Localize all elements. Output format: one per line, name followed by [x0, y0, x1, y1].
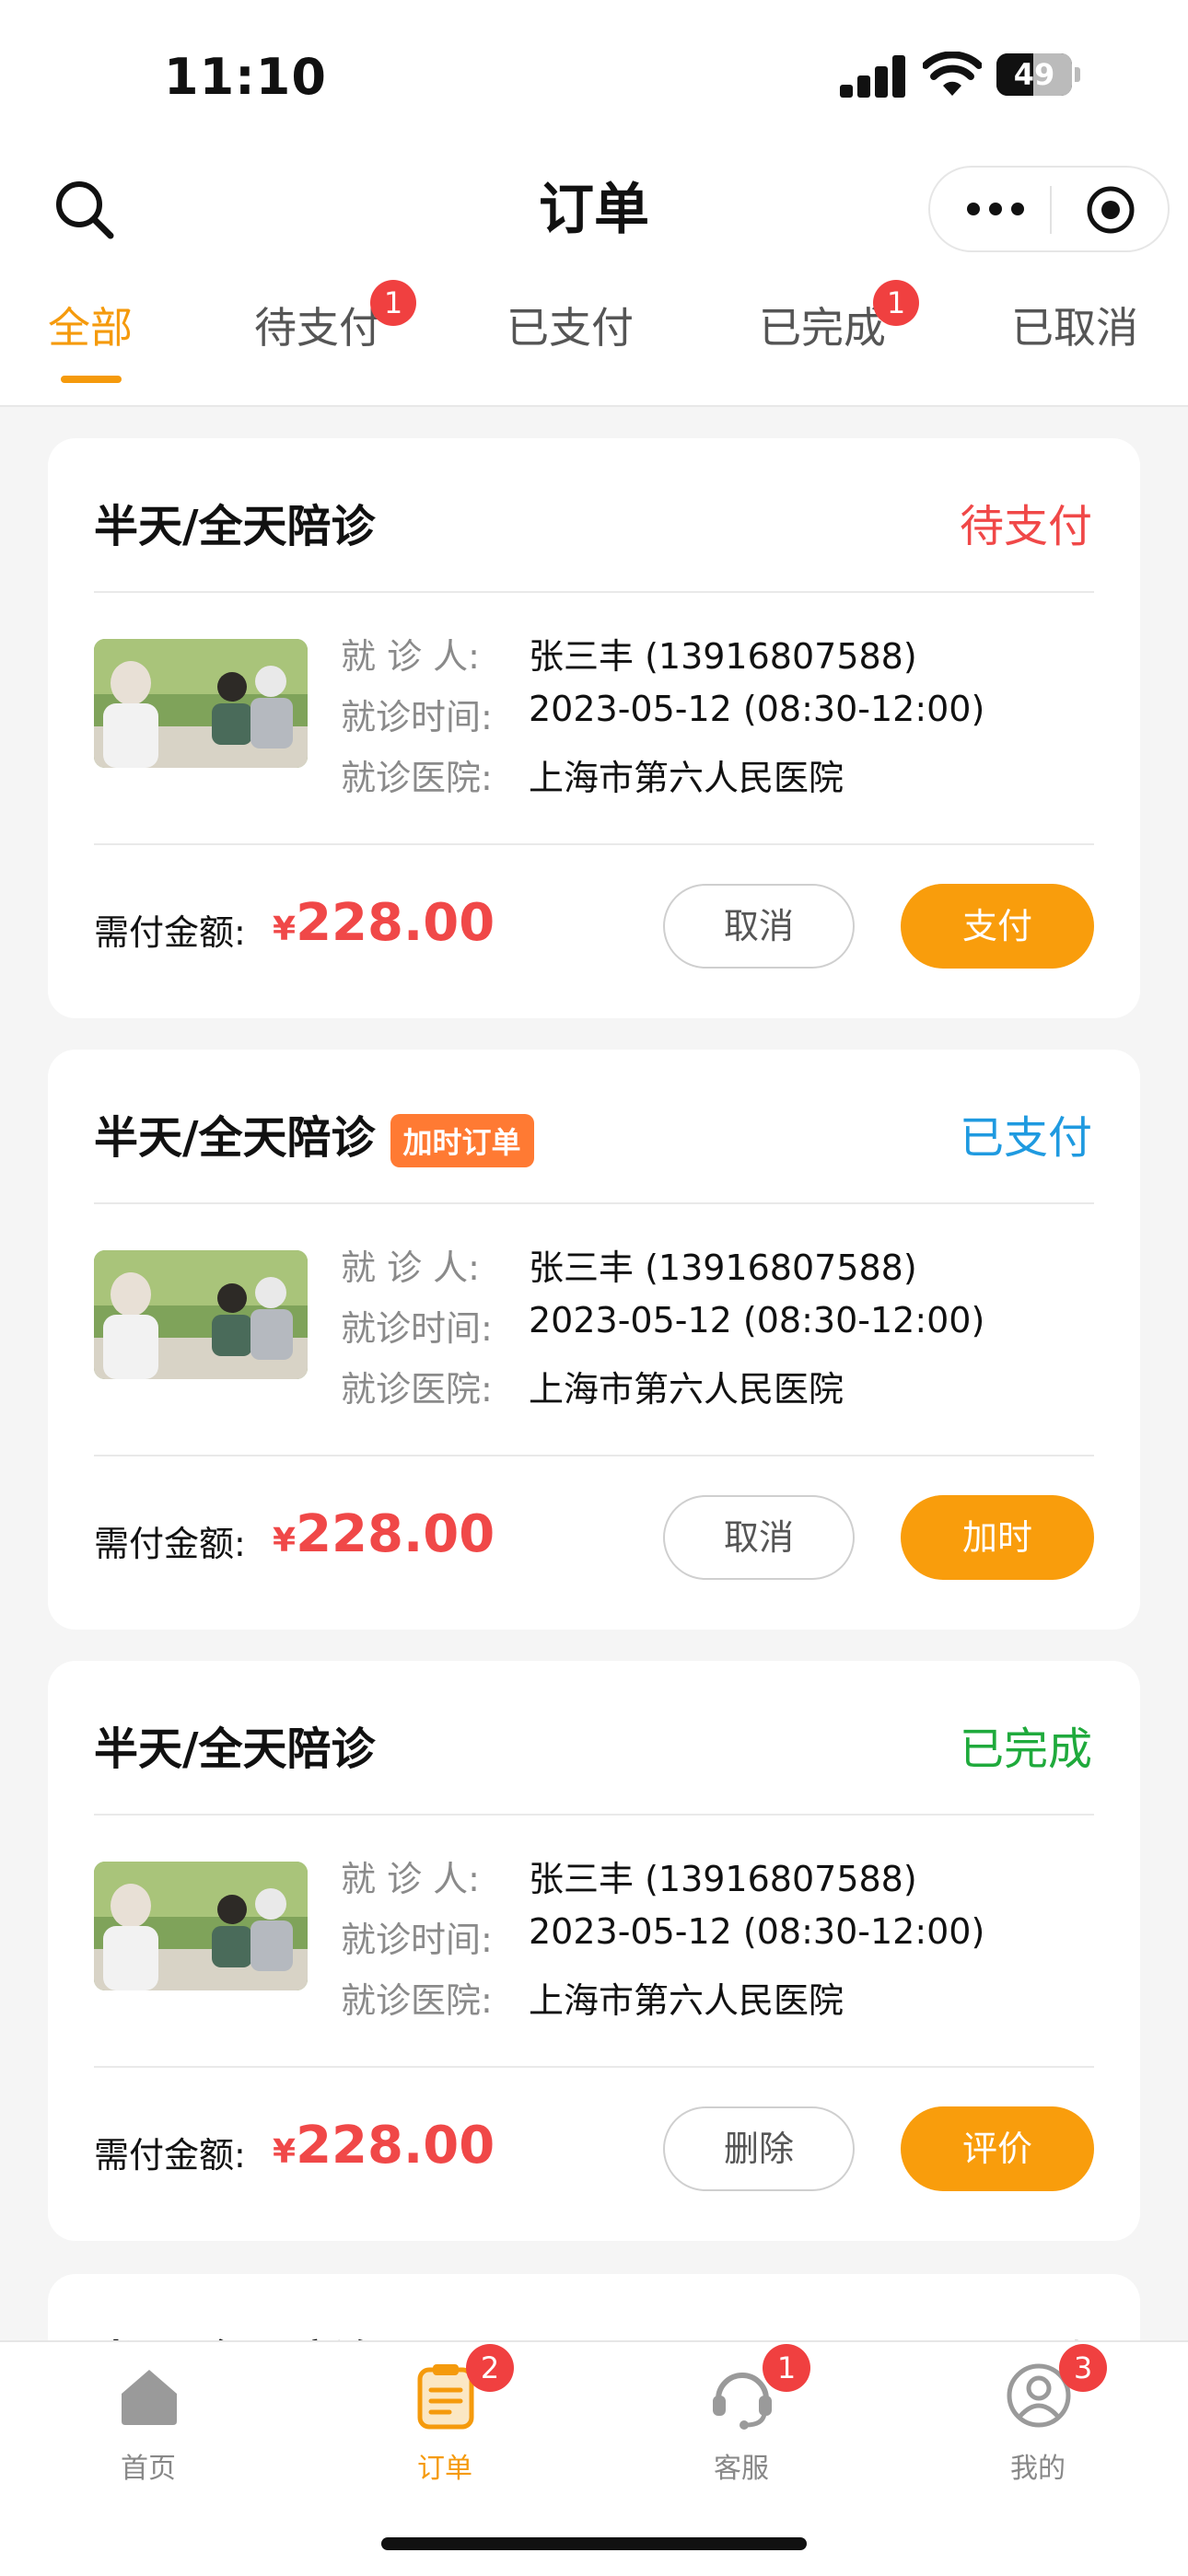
visit-time-value: 2023-05-12 (08:30-12:00): [529, 689, 985, 729]
order-thumbnail: [94, 639, 308, 768]
divider: [94, 1202, 1094, 1204]
close-target-icon[interactable]: [1085, 184, 1136, 236]
visit-time-label: 就诊时间:: [341, 1308, 493, 1349]
tab-label: 全部: [48, 303, 133, 353]
hospital-value: 上海市第六人民医院: [529, 758, 844, 798]
order-status: 已支付: [959, 1112, 1092, 1164]
currency-symbol: ¥: [273, 911, 297, 948]
more-icon[interactable]: [967, 202, 1033, 219]
order-filter-tabs: 全部 待支付 1 已支付 已完成 1 已取消: [0, 267, 1188, 407]
order-card[interactable]: 半天/全天陪诊 待支付 就 诊 人: 张三丰 (13916807588) 就诊时…: [48, 438, 1140, 1018]
tabbar-item-service[interactable]: 1 客服: [593, 2342, 890, 2508]
order-title: 半天/全天陪诊: [94, 490, 376, 554]
order-card[interactable]: 半天/全天陪诊 加时订单 已支付 就 诊 人: 张三丰 (13916807588)…: [48, 1050, 1140, 1630]
order-status: 待支付: [959, 501, 1092, 552]
order-status: 已完成: [959, 1723, 1092, 1775]
home-indicator: [381, 2537, 807, 2550]
tabbar-item-home[interactable]: 首页: [0, 2342, 297, 2508]
currency-symbol: ¥: [273, 2133, 297, 2171]
nav-bar: 订单: [0, 157, 1188, 267]
order-thumbnail: [94, 1862, 308, 1990]
secondary-action-button[interactable]: 取消: [663, 884, 855, 969]
visit-time-label: 就诊时间:: [341, 1920, 493, 1960]
tab-label: 已完成: [759, 303, 886, 353]
order-thumbnail-image: [94, 639, 308, 768]
battery-level: 49: [1013, 57, 1055, 92]
tabbar-item-orders[interactable]: 2 订单: [297, 2342, 593, 2508]
order-thumbnail: [94, 1250, 308, 1379]
amount-value: 228.00: [296, 1504, 495, 1564]
tabbar-label: 首页: [121, 2453, 176, 2485]
amount: ¥228.00: [273, 893, 495, 953]
visit-time-value: 2023-05-12 (08:30-12:00): [529, 1911, 985, 1952]
hospital-label: 就诊医院:: [341, 1369, 493, 1410]
order-title-text: 半天/全天陪诊: [94, 501, 376, 552]
tab-cancelled[interactable]: 已取消: [1011, 295, 1138, 355]
tabbar-label: 客服: [714, 2453, 769, 2485]
amount: ¥228.00: [273, 1504, 495, 1564]
patient-value: 张三丰 (13916807588): [529, 636, 917, 677]
tab-badge: 1: [370, 280, 416, 326]
tab-completed[interactable]: 已完成: [759, 295, 886, 355]
home-icon: [122, 2370, 177, 2425]
tab-label: 已取消: [1011, 303, 1138, 353]
tab-paid[interactable]: 已支付: [507, 295, 634, 355]
amount-label: 需付金额:: [94, 2135, 246, 2176]
tab-active-indicator: [61, 376, 122, 383]
divider: [94, 843, 1094, 845]
order-card[interactable]: 半天/全天陪诊 已完成 就 诊 人: 张三丰 (13916807588) 就诊时…: [48, 1661, 1140, 2241]
order-title: 半天/全天陪诊: [94, 1712, 376, 1777]
wifi-icon: [923, 52, 982, 96]
tabbar-label: 订单: [417, 2453, 472, 2485]
divider: [94, 1814, 1094, 1816]
tabbar-badge: 1: [763, 2344, 810, 2392]
order-title-text: 半天/全天陪诊: [94, 1112, 376, 1164]
amount-value: 228.00: [296, 2116, 495, 2176]
primary-action-button[interactable]: 加时: [901, 1495, 1094, 1580]
amount: ¥228.00: [273, 2116, 495, 2176]
divider: [94, 2066, 1094, 2068]
tab-all[interactable]: 全部: [48, 295, 133, 355]
order-thumbnail-image: [94, 1250, 308, 1379]
tab-label: 待支付: [254, 303, 381, 353]
capsule-divider: [1050, 186, 1052, 234]
patient-label: 就 诊 人:: [341, 1859, 480, 1899]
currency-symbol: ¥: [273, 1522, 297, 1560]
amount-label: 需付金额:: [94, 912, 246, 953]
signal-icon: [840, 55, 906, 98]
extension-order-tag: 加时订单: [390, 1114, 534, 1167]
amount-value: 228.00: [296, 893, 495, 953]
order-title: 半天/全天陪诊 加时订单: [94, 1101, 534, 1167]
hospital-label: 就诊医院:: [341, 758, 493, 798]
patient-label: 就 诊 人:: [341, 1247, 480, 1288]
tabbar-label: 我的: [1010, 2453, 1066, 2485]
hospital-value: 上海市第六人民医院: [529, 1980, 844, 2021]
status-time: 11:10: [164, 48, 327, 106]
secondary-action-button[interactable]: 删除: [663, 2106, 855, 2191]
order-thumbnail-image: [94, 1862, 308, 1990]
patient-value: 张三丰 (13916807588): [529, 1247, 917, 1288]
tab-pending-payment[interactable]: 待支付: [254, 295, 381, 355]
tab-badge: 1: [873, 280, 919, 326]
hospital-label: 就诊医院:: [341, 1980, 493, 2021]
battery-icon: 49: [996, 53, 1081, 96]
tabbar-item-profile[interactable]: 3 我的: [890, 2342, 1186, 2508]
visit-time-value: 2023-05-12 (08:30-12:00): [529, 1300, 985, 1340]
primary-action-button[interactable]: 支付: [901, 884, 1094, 969]
divider: [94, 1455, 1094, 1456]
tab-label: 已支付: [507, 303, 634, 353]
secondary-action-button[interactable]: 取消: [663, 1495, 855, 1580]
primary-action-button[interactable]: 评价: [901, 2106, 1094, 2191]
hospital-value: 上海市第六人民医院: [529, 1369, 844, 1410]
order-title-text: 半天/全天陪诊: [94, 1723, 376, 1775]
patient-label: 就 诊 人:: [341, 636, 480, 677]
amount-label: 需付金额:: [94, 1524, 246, 1564]
patient-value: 张三丰 (13916807588): [529, 1859, 917, 1899]
miniprogram-capsule: [928, 166, 1170, 252]
status-bar: 11:10 49: [0, 0, 1188, 157]
tabbar-badge: 3: [1059, 2344, 1107, 2392]
visit-time-label: 就诊时间:: [341, 697, 493, 737]
divider: [94, 591, 1094, 593]
tabbar-badge: 2: [466, 2344, 514, 2392]
